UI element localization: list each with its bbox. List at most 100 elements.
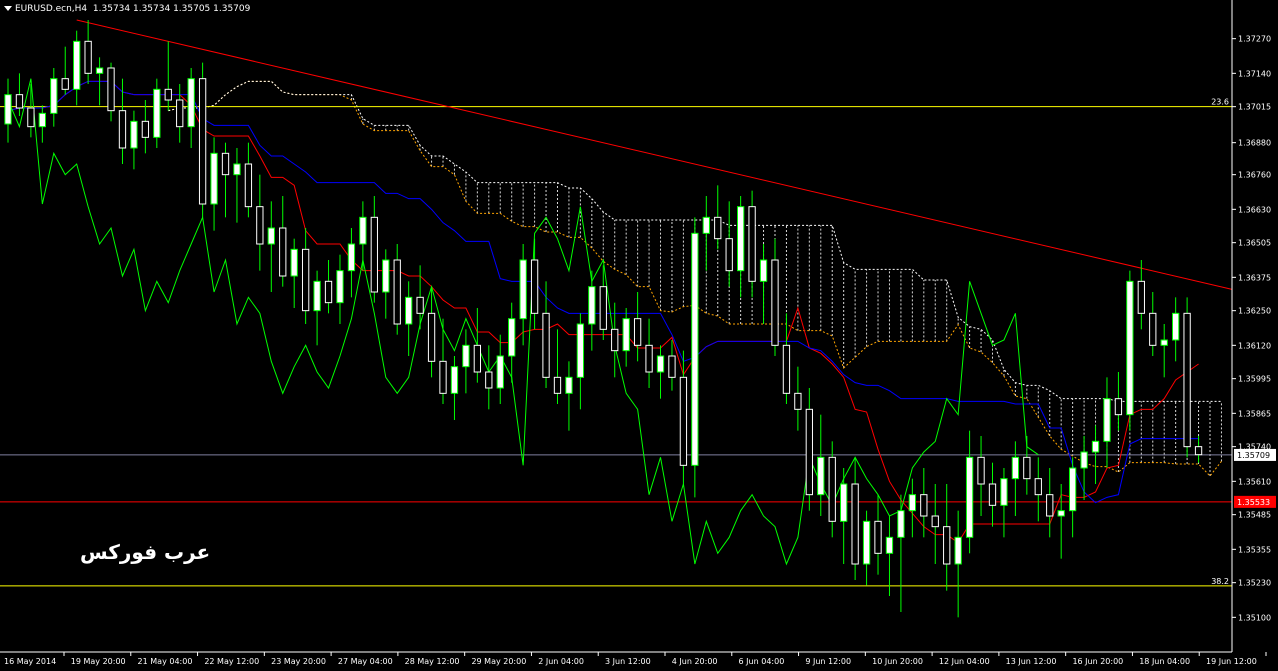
time-tick-label: 29 May 20:00 xyxy=(471,657,526,666)
candle-body-bull xyxy=(95,67,104,74)
candle-body-bear xyxy=(920,494,928,517)
candle-body-bull xyxy=(73,40,81,90)
fib-level-label: 23.6 xyxy=(1211,98,1229,107)
candle-body-bear xyxy=(370,216,378,293)
candle-body-bull xyxy=(840,483,848,522)
candle-body-bear xyxy=(416,296,424,314)
candle xyxy=(267,201,275,292)
candle-body-bear xyxy=(27,107,35,128)
candle xyxy=(508,302,516,383)
candle xyxy=(645,318,653,388)
candle-body-bull xyxy=(862,520,871,565)
candle xyxy=(1149,292,1157,356)
price-tick-label: 1.36505 xyxy=(1238,239,1271,248)
candle xyxy=(897,494,905,612)
candle xyxy=(473,308,482,383)
candle xyxy=(862,510,871,586)
price-tick-label: 1.37140 xyxy=(1238,69,1271,78)
candle xyxy=(84,20,92,84)
candle-body-bull xyxy=(565,376,573,394)
candle xyxy=(691,217,699,498)
candle-body-bear xyxy=(874,520,882,554)
candle-body-bear xyxy=(530,259,539,314)
price-tick-label: 1.36250 xyxy=(1238,307,1271,316)
candle-body-bull xyxy=(759,259,768,282)
candlesticks xyxy=(4,20,1203,618)
candle-body-bull xyxy=(382,259,390,293)
candle xyxy=(1023,436,1031,495)
candle xyxy=(965,430,974,554)
candle-body-bear xyxy=(1114,398,1123,416)
candle xyxy=(1183,297,1191,458)
support-price-label: 1.35533 xyxy=(1237,498,1270,507)
price-tick-label: 1.37015 xyxy=(1238,103,1271,112)
time-tick-label: 19 Jun 12:00 xyxy=(1206,657,1257,666)
candle xyxy=(336,254,344,324)
candle-body-bull xyxy=(1160,339,1168,346)
candle-body-bull xyxy=(210,152,218,205)
candle xyxy=(530,238,539,330)
candle-body-bull xyxy=(347,243,356,272)
candle xyxy=(840,468,848,564)
candle-body-bull xyxy=(656,355,665,373)
candle xyxy=(1011,441,1020,516)
candle-body-bear xyxy=(668,355,676,378)
candle xyxy=(244,142,253,218)
candle-body-bear xyxy=(107,67,115,112)
candle-body-bull xyxy=(519,259,527,320)
candle-body-bear xyxy=(851,483,859,565)
candle-body-bull xyxy=(450,366,459,394)
candle-body-bull xyxy=(1103,398,1111,442)
candle xyxy=(462,329,470,394)
candle-body-bear xyxy=(1034,478,1042,496)
candle xyxy=(817,414,825,516)
candle-body-bear xyxy=(1023,456,1031,480)
candle xyxy=(198,62,207,218)
price-tick-label: 1.36760 xyxy=(1238,171,1271,180)
candle-body-bear xyxy=(393,259,401,325)
candle-body-bull xyxy=(1080,451,1088,469)
candle xyxy=(61,46,69,95)
candle-body-bear xyxy=(439,360,447,394)
candle xyxy=(954,510,962,618)
candle xyxy=(1126,270,1134,431)
candle-body-bear xyxy=(15,94,24,109)
candle-body-bull xyxy=(130,120,138,149)
candle xyxy=(748,190,756,298)
candle-body-bear xyxy=(645,344,653,373)
price-chart[interactable]: 23.6 38.2 1.37270 1.37140 1.37015 1.36880 1.3… xyxy=(0,0,1278,671)
candle-body-bull xyxy=(885,536,894,554)
candle-body-bull xyxy=(576,323,585,378)
chart-window[interactable]: 23.6 38.2 1.37270 1.37140 1.37015 1.36880 1.3… xyxy=(0,0,1278,671)
candle-body-bull xyxy=(897,510,905,538)
candle-body-bull xyxy=(462,344,470,368)
time-tick-label: 6 Jun 04:00 xyxy=(739,657,785,666)
candle xyxy=(588,270,596,351)
candle-body-bull xyxy=(954,536,962,565)
watermark-text: عرب فوركس xyxy=(80,540,211,564)
candle xyxy=(176,84,184,143)
candle xyxy=(324,260,333,314)
candle xyxy=(416,265,424,330)
candle-body-bear xyxy=(118,110,127,149)
candle xyxy=(668,340,676,391)
time-tick-label: 23 May 20:00 xyxy=(271,657,326,666)
candle-body-bear xyxy=(1183,312,1191,448)
candle-body-bear xyxy=(748,206,756,282)
candle xyxy=(256,174,264,271)
candle xyxy=(393,244,401,335)
time-tick-label: 21 May 04:00 xyxy=(138,657,193,666)
candle xyxy=(1114,372,1123,431)
time-tick-label: 9 Jun 12:00 xyxy=(805,657,851,666)
candle-body-bear xyxy=(1046,494,1054,517)
candle-body-bear xyxy=(988,483,997,506)
dropdown-triangle-icon[interactable] xyxy=(4,6,12,11)
candle xyxy=(187,68,195,148)
candle-body-bull xyxy=(622,318,630,352)
candle xyxy=(988,462,997,527)
candle xyxy=(1194,436,1203,463)
candle-body-bear xyxy=(771,259,779,346)
candle xyxy=(908,478,917,538)
price-tick-label: 1.36880 xyxy=(1238,139,1271,148)
price-tick-label: 1.36120 xyxy=(1238,341,1271,350)
